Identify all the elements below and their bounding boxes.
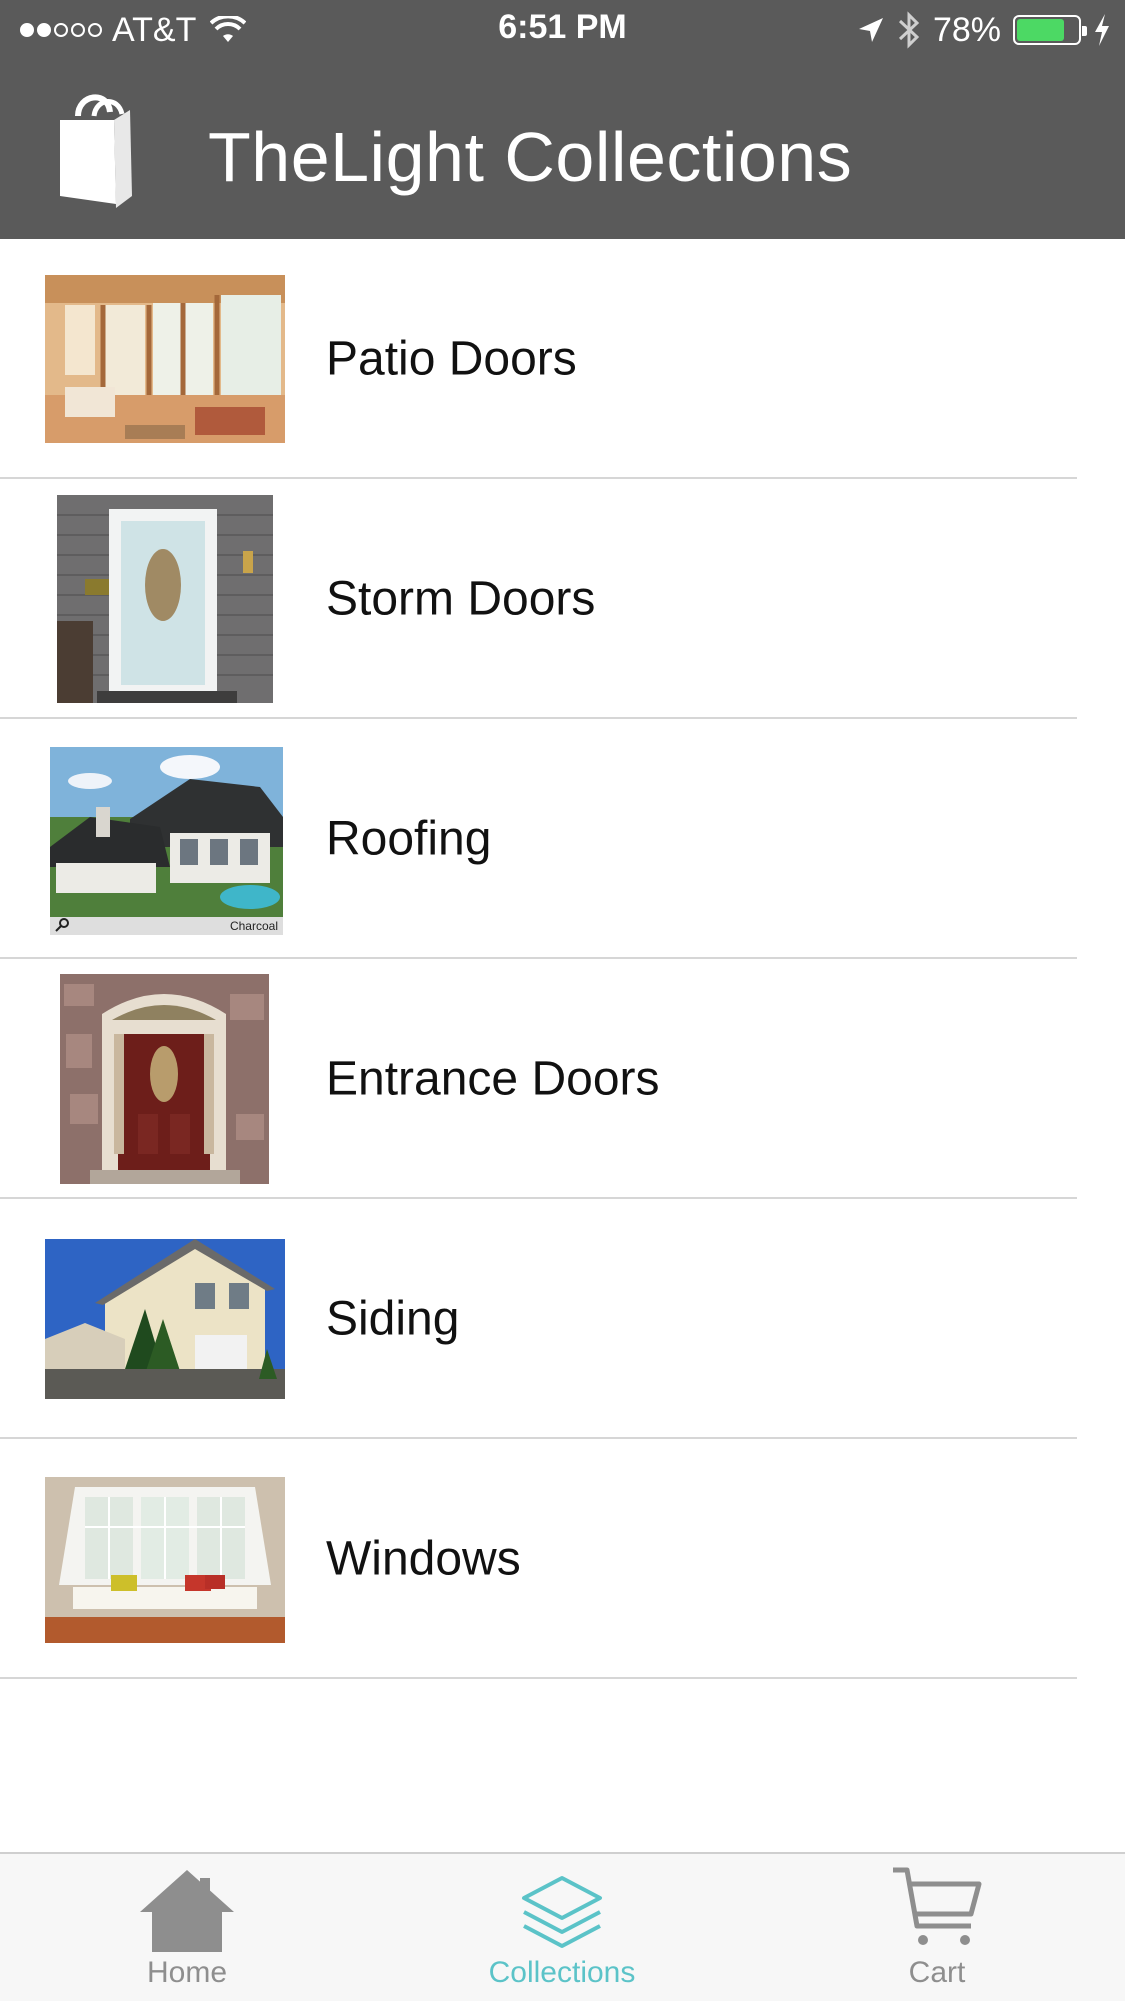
app-header: TheLight Collections bbox=[0, 60, 1125, 239]
page-title: TheLight Collections bbox=[208, 118, 853, 196]
roofing-photo: Charcoal bbox=[50, 747, 283, 935]
shopping-bag-icon bbox=[60, 94, 132, 208]
row-separator bbox=[0, 1677, 1077, 1679]
cart-icon bbox=[893, 1867, 982, 1945]
collection-label: Patio Doors bbox=[326, 332, 577, 386]
collection-label: Storm Doors bbox=[326, 572, 596, 626]
list-item-patio-doors[interactable]: Patio Doors bbox=[0, 239, 1125, 479]
battery-icon bbox=[1013, 15, 1087, 45]
list-item-roofing[interactable]: Charcoal Roofing bbox=[0, 719, 1125, 959]
charging-bolt-icon bbox=[1095, 14, 1109, 46]
collection-label: Siding bbox=[326, 1292, 460, 1346]
windows-photo bbox=[45, 1477, 285, 1643]
entrance-door-photo bbox=[60, 974, 269, 1184]
tab-home[interactable]: Home bbox=[90, 1854, 284, 2001]
collection-label: Roofing bbox=[326, 812, 492, 866]
siding-photo bbox=[45, 1239, 285, 1399]
collection-label: Windows bbox=[326, 1532, 521, 1586]
tab-label: Home bbox=[146, 1956, 228, 1989]
patio-doors-photo bbox=[45, 275, 285, 443]
tab-cart[interactable]: Cart bbox=[840, 1854, 1034, 2001]
bluetooth-icon bbox=[898, 11, 920, 49]
battery-level bbox=[1017, 19, 1064, 41]
app-screen: AT&T 6:51 PM 78% TheLight Collections Pa… bbox=[0, 0, 1125, 2001]
home-icon bbox=[140, 1870, 234, 1952]
list-item-siding[interactable]: Siding bbox=[0, 1199, 1125, 1439]
list-item-entrance-doors[interactable]: Entrance Doors bbox=[0, 959, 1125, 1199]
collection-label: Entrance Doors bbox=[326, 1052, 660, 1106]
tab-label: Cart bbox=[908, 1956, 966, 1989]
tab-collections[interactable]: Collections bbox=[462, 1854, 662, 2001]
battery-cap bbox=[1082, 26, 1087, 36]
status-right: 78% bbox=[857, 10, 1111, 50]
tab-bar: Home Collections Cart bbox=[0, 1852, 1125, 2001]
location-arrow-icon bbox=[858, 18, 883, 42]
layers-icon bbox=[522, 1876, 602, 1948]
collections-list: Patio Doors Storm Doors Charcoal Roofing… bbox=[0, 239, 1125, 1679]
battery-percent: 78% bbox=[932, 10, 1001, 49]
list-item-windows[interactable]: Windows bbox=[0, 1439, 1125, 1679]
status-bar: AT&T 6:51 PM 78% bbox=[0, 0, 1125, 60]
list-item-storm-doors[interactable]: Storm Doors bbox=[0, 479, 1125, 719]
image-caption: Charcoal bbox=[230, 919, 278, 933]
storm-door-photo bbox=[57, 495, 273, 703]
top-bar: AT&T 6:51 PM 78% TheLight Collections bbox=[0, 0, 1125, 239]
tab-label: Collections bbox=[488, 1956, 636, 1989]
